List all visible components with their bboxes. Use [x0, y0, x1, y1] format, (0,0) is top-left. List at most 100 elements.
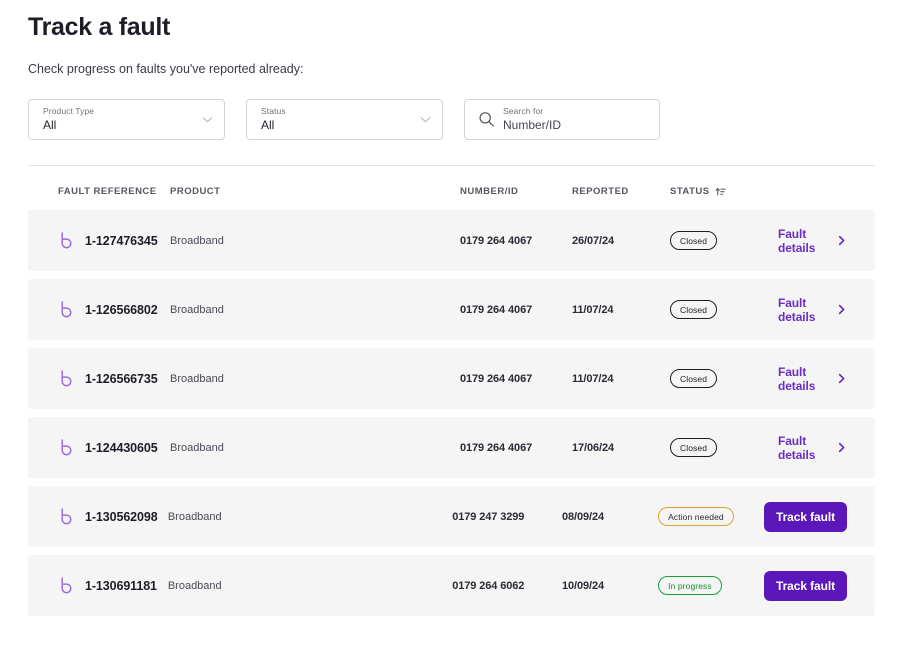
table-row[interactable]: 1-124430605 Broadband 0179 264 4067 17/0…: [28, 417, 875, 478]
chevron-right-icon: [836, 373, 847, 384]
status-value: All: [261, 118, 275, 132]
cell-number-id: 0179 264 4067: [460, 303, 533, 316]
status-badge: Action needed: [658, 507, 734, 527]
search-placeholder: Number/ID: [503, 118, 562, 132]
cell-status: Action needed: [658, 507, 764, 527]
cell-product: Broadband: [170, 441, 224, 454]
broadband-icon: [58, 369, 76, 389]
track-fault-button[interactable]: Track fault: [764, 501, 848, 532]
cell-product: Broadband: [170, 372, 224, 385]
status-badge: In progress: [658, 576, 722, 596]
fault-details-label: Fault details: [778, 364, 816, 393]
cell-action: Fault details: [778, 365, 857, 393]
cell-status: Closed: [670, 438, 778, 458]
cell-number-id: 0179 264 6062: [452, 579, 525, 592]
table-body: 1-127476345 Broadband 0179 264 4067 26/0…: [28, 210, 875, 616]
cell-number-id: 0179 264 4067: [460, 441, 533, 454]
cell-status: Closed: [670, 231, 778, 251]
sort-ascending-icon[interactable]: [715, 186, 726, 197]
cell-action: Fault details: [778, 227, 857, 255]
status-select[interactable]: Status All: [246, 99, 443, 140]
cell-fault-reference: 1-130562098: [28, 507, 168, 527]
cell-reported: 26/07/24: [572, 234, 615, 247]
cell-action: Track fault: [764, 570, 857, 601]
cell-product: Broadband: [167, 510, 222, 523]
cell-fault-reference: 1-130691181: [28, 576, 168, 596]
column-header-status[interactable]: STATUS: [670, 186, 778, 197]
broadband-icon: [58, 438, 76, 458]
filter-bar: Product Type All Status All Search for N…: [28, 99, 875, 140]
fault-details-link[interactable]: Fault details: [778, 296, 847, 324]
broadband-icon: [58, 300, 76, 320]
chevron-right-icon: [836, 442, 847, 453]
chevron-down-icon: [201, 113, 214, 126]
cell-reported: 17/06/24: [572, 441, 615, 454]
column-header-fault-reference: FAULT REFERENCE: [58, 185, 157, 197]
fault-reference-text: 1-126566802: [85, 302, 158, 317]
chevron-down-icon: [419, 113, 432, 126]
table-row[interactable]: 1-127476345 Broadband 0179 264 4067 26/0…: [28, 210, 875, 271]
search-label: Search for: [503, 106, 544, 116]
column-header-reported: REPORTED: [572, 185, 629, 197]
cell-number-id: 0179 247 3299: [452, 510, 525, 523]
cell-fault-reference: 1-126566802: [28, 300, 170, 320]
status-badge: Closed: [670, 300, 718, 320]
cell-status: Closed: [670, 369, 778, 389]
fault-reference-text: 1-130691181: [85, 578, 157, 593]
cell-reported: 10/09/24: [562, 579, 605, 592]
track-fault-button[interactable]: Track fault: [764, 570, 848, 601]
column-header-number-id: NUMBER/ID: [460, 185, 519, 197]
search-input[interactable]: Search for Number/ID: [464, 99, 660, 140]
cell-action: Track fault: [764, 501, 857, 532]
faults-table: FAULT REFERENCE PRODUCT NUMBER/ID REPORT…: [28, 172, 875, 616]
product-type-select[interactable]: Product Type All: [28, 99, 225, 140]
cell-fault-reference: 1-126566735: [28, 369, 170, 389]
fault-reference-text: 1-126566735: [85, 371, 158, 386]
fault-details-link[interactable]: Fault details: [778, 227, 847, 255]
column-header-status-label: STATUS: [670, 185, 710, 197]
fault-reference-text: 1-130562098: [85, 509, 158, 524]
cell-reported: 11/07/24: [572, 303, 614, 316]
cell-number-id: 0179 264 4067: [460, 234, 533, 247]
table-row[interactable]: 1-126566735 Broadband 0179 264 4067 11/0…: [28, 348, 875, 409]
product-type-label: Product Type: [43, 106, 95, 116]
cell-reported: 08/09/24: [562, 510, 605, 523]
status-badge: Closed: [670, 231, 718, 251]
table-row[interactable]: 1-130691181 Broadband 0179 264 6062 10/0…: [28, 555, 875, 616]
cell-action: Fault details: [778, 296, 857, 324]
table-header-row: FAULT REFERENCE PRODUCT NUMBER/ID REPORT…: [28, 172, 875, 210]
page-title: Track a fault: [28, 13, 170, 41]
column-header-product: PRODUCT: [170, 185, 221, 197]
table-row[interactable]: 1-126566802 Broadband 0179 264 4067 11/0…: [28, 279, 875, 340]
track-a-fault-page: Track a fault Check progress on faults y…: [0, 10, 903, 616]
cell-fault-reference: 1-124430605: [28, 438, 170, 458]
status-badge: Closed: [670, 369, 718, 389]
status-badge: Closed: [670, 438, 718, 458]
broadband-icon: [58, 231, 76, 251]
broadband-icon: [58, 576, 76, 596]
cell-reported: 11/07/24: [572, 372, 614, 385]
cell-status: In progress: [658, 576, 764, 596]
cell-product: Broadband: [170, 234, 224, 247]
cell-product: Broadband: [167, 579, 222, 592]
cell-fault-reference: 1-127476345: [28, 231, 170, 251]
cell-status: Closed: [670, 300, 778, 320]
section-divider: [28, 165, 875, 166]
search-icon: [477, 110, 496, 129]
cell-action: Fault details: [778, 434, 857, 462]
table-row[interactable]: 1-130562098 Broadband 0179 247 3299 08/0…: [28, 486, 875, 547]
page-subtitle: Check progress on faults you've reported…: [28, 62, 304, 76]
cell-number-id: 0179 264 4067: [460, 372, 533, 385]
status-label: Status: [261, 106, 286, 116]
fault-details-link[interactable]: Fault details: [778, 365, 847, 393]
chevron-right-icon: [836, 235, 847, 246]
chevron-right-icon: [836, 304, 847, 315]
fault-details-link[interactable]: Fault details: [778, 434, 847, 462]
fault-reference-text: 1-124430605: [85, 440, 158, 455]
fault-details-label: Fault details: [778, 226, 816, 255]
broadband-icon: [58, 507, 76, 527]
cell-product: Broadband: [170, 303, 224, 316]
product-type-value: All: [43, 118, 57, 132]
fault-details-label: Fault details: [778, 295, 816, 324]
fault-details-label: Fault details: [778, 433, 816, 462]
